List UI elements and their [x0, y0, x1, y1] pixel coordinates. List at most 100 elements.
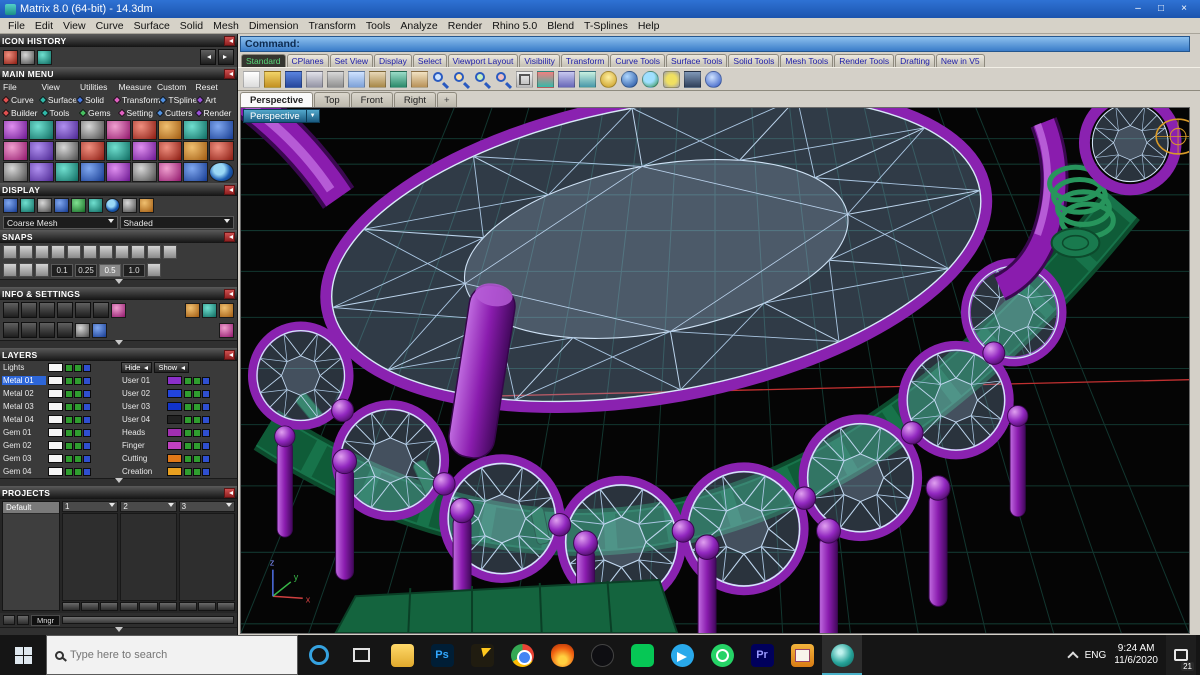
- viewport-tab-front[interactable]: Front: [350, 92, 393, 107]
- layer-gem-03[interactable]: Gem 03: [2, 454, 46, 463]
- zoom-selected-icon[interactable]: [495, 71, 513, 89]
- tool-icon[interactable]: [80, 162, 106, 182]
- slot-button[interactable]: [158, 602, 177, 611]
- paste-icon[interactable]: [369, 70, 386, 88]
- layer-visible-icon[interactable]: [65, 389, 73, 398]
- layer-visible-icon[interactable]: [184, 428, 192, 437]
- panel-collapse-button[interactable]: [224, 35, 235, 46]
- layer-render-icon[interactable]: [83, 428, 91, 437]
- tool-icon[interactable]: [3, 141, 28, 161]
- snap-toggle-icon[interactable]: [35, 263, 49, 277]
- project-slot-preview[interactable]: [178, 513, 235, 601]
- viewport-tab-right[interactable]: Right: [393, 92, 437, 107]
- tab-set-view[interactable]: Set View: [329, 54, 374, 67]
- layer-finger[interactable]: Finger: [121, 441, 165, 450]
- display-monitor-icon[interactable]: [684, 70, 701, 88]
- telegram-button[interactable]: [662, 635, 702, 675]
- hide-layers-button[interactable]: Hide: [121, 362, 153, 373]
- layer-color-swatch[interactable]: [48, 389, 63, 398]
- grid-snap-value-button-active[interactable]: 0.5: [99, 263, 121, 277]
- layer-color-swatch[interactable]: [48, 402, 63, 411]
- tool-icon[interactable]: [131, 120, 157, 140]
- notification-center-button[interactable]: 21: [1166, 635, 1196, 675]
- tool-icon[interactable]: [209, 141, 234, 161]
- display-mode-icon[interactable]: [71, 198, 86, 213]
- layer-render-icon[interactable]: [83, 389, 91, 398]
- menu-item-render[interactable]: Render: [443, 20, 487, 32]
- bolt-app-button[interactable]: [462, 635, 502, 675]
- sphere-icon[interactable]: [621, 70, 638, 88]
- menu-item-tools[interactable]: Tools: [361, 20, 396, 32]
- premiere-button[interactable]: Pr: [742, 635, 782, 675]
- start-button[interactable]: [0, 635, 46, 675]
- layer-user-03[interactable]: User 03: [121, 402, 165, 411]
- lamp-icon[interactable]: [600, 70, 617, 88]
- tab-curve-tools[interactable]: Curve Tools: [610, 54, 666, 67]
- layer-metal-04[interactable]: Metal 04: [2, 415, 46, 424]
- layer-lock-icon[interactable]: [193, 376, 201, 385]
- layer-color-swatch[interactable]: [167, 454, 182, 463]
- layer-visible-icon[interactable]: [65, 428, 73, 437]
- panel-collapse-button[interactable]: [224, 487, 235, 498]
- layer-gem-04[interactable]: Gem 04: [2, 467, 46, 476]
- layer-visible-icon[interactable]: [184, 415, 192, 424]
- display-mode-icon[interactable]: [3, 198, 18, 213]
- main-menu-gems[interactable]: Gems: [78, 108, 119, 118]
- layer-render-icon[interactable]: [202, 441, 210, 450]
- select-filter-icon[interactable]: [537, 70, 554, 88]
- project-slot-preview[interactable]: [62, 513, 119, 601]
- print-icon[interactable]: [306, 70, 323, 88]
- settings-icon[interactable]: [185, 302, 200, 318]
- layer-lock-icon[interactable]: [193, 428, 201, 437]
- tool-icon[interactable]: [54, 141, 80, 161]
- slot-button[interactable]: [100, 602, 119, 611]
- zoom-icon[interactable]: [432, 71, 450, 89]
- layer-lock-icon[interactable]: [193, 467, 201, 476]
- pan-icon[interactable]: [411, 70, 428, 88]
- settings-icon[interactable]: [75, 322, 90, 338]
- tab-visibility[interactable]: Visibility: [519, 54, 560, 67]
- main-menu-solid[interactable]: Solid: [75, 95, 114, 105]
- photos-button[interactable]: [782, 635, 822, 675]
- tab-surface-tools[interactable]: Surface Tools: [666, 54, 728, 67]
- snap-toggle-icon[interactable]: [83, 245, 97, 259]
- chrome-button[interactable]: [502, 635, 542, 675]
- layer-color-swatch[interactable]: [167, 376, 182, 385]
- rotate-icon[interactable]: [579, 70, 596, 88]
- help-icon[interactable]: [705, 70, 722, 88]
- snap-toggle-icon[interactable]: [35, 245, 49, 259]
- layer-color-swatch[interactable]: [48, 467, 63, 476]
- layer-lock-icon[interactable]: [74, 428, 82, 437]
- tool-icon[interactable]: [209, 162, 234, 182]
- layer-color-swatch[interactable]: [48, 428, 63, 437]
- layer-visible-icon[interactable]: [65, 454, 73, 463]
- main-menu-view[interactable]: View: [42, 82, 81, 92]
- slot-button[interactable]: [139, 602, 158, 611]
- snap-toggle-icon[interactable]: [19, 263, 33, 277]
- menu-item-transform[interactable]: Transform: [303, 20, 360, 32]
- layer-color-swatch[interactable]: [48, 441, 63, 450]
- layer-lock-icon[interactable]: [74, 441, 82, 450]
- tool-icon[interactable]: [106, 141, 131, 161]
- zoom-extents-icon[interactable]: [474, 71, 492, 89]
- display-mode-icon[interactable]: [105, 198, 120, 213]
- dark-app-button[interactable]: [582, 635, 622, 675]
- tab-drafting[interactable]: Drafting: [895, 54, 935, 67]
- layer-render-icon[interactable]: [83, 363, 91, 372]
- layer-gem-01[interactable]: Gem 01: [2, 428, 46, 437]
- corner-gem[interactable]: [1091, 108, 1169, 183]
- main-menu-tools[interactable]: Tools: [40, 108, 81, 118]
- layer-color-swatch[interactable]: [48, 363, 63, 372]
- main-menu-curve[interactable]: Curve: [1, 95, 40, 105]
- layer-cutting[interactable]: Cutting: [121, 454, 165, 463]
- menu-item-tsplines[interactable]: T-Splines: [579, 20, 633, 32]
- layer-render-icon[interactable]: [202, 428, 210, 437]
- layer-lock-icon[interactable]: [74, 363, 82, 372]
- snap-toggle-icon[interactable]: [147, 245, 161, 259]
- layer-color-swatch[interactable]: [167, 389, 182, 398]
- layer-visible-icon[interactable]: [184, 389, 192, 398]
- layer-render-icon[interactable]: [83, 454, 91, 463]
- layer-color-swatch[interactable]: [48, 376, 63, 385]
- layer-lock-icon[interactable]: [193, 389, 201, 398]
- layer-visible-icon[interactable]: [184, 402, 192, 411]
